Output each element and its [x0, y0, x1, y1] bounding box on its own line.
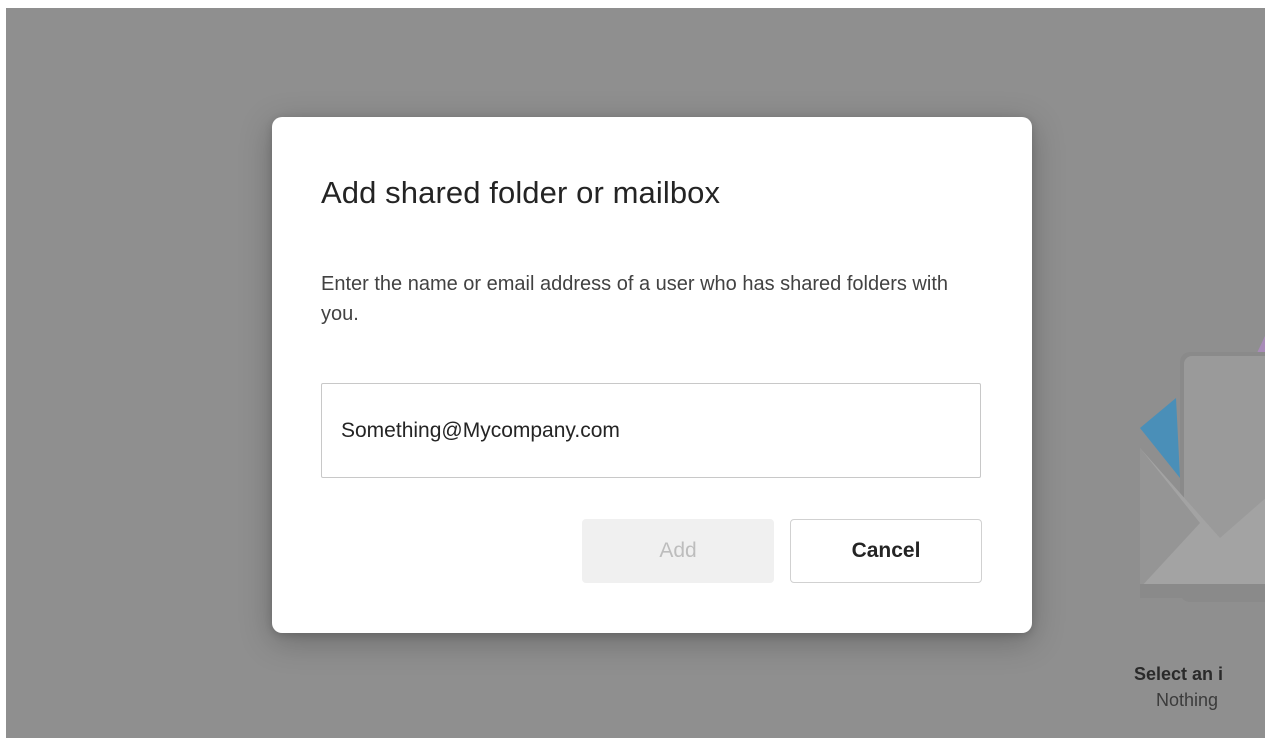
email-input[interactable] — [321, 383, 981, 478]
cancel-button[interactable]: Cancel — [790, 519, 982, 583]
empty-state-title: Select an i — [1134, 664, 1224, 684]
empty-state-subtitle: Nothing — [1156, 690, 1219, 710]
add-shared-folder-dialog: Add shared folder or mailbox Enter the n… — [272, 117, 1032, 633]
dialog-title: Add shared folder or mailbox — [321, 175, 721, 210]
add-button[interactable]: Add — [582, 519, 774, 583]
envelope-icon — [1140, 335, 1265, 602]
dialog-description: Enter the name or email address of a use… — [321, 273, 948, 325]
